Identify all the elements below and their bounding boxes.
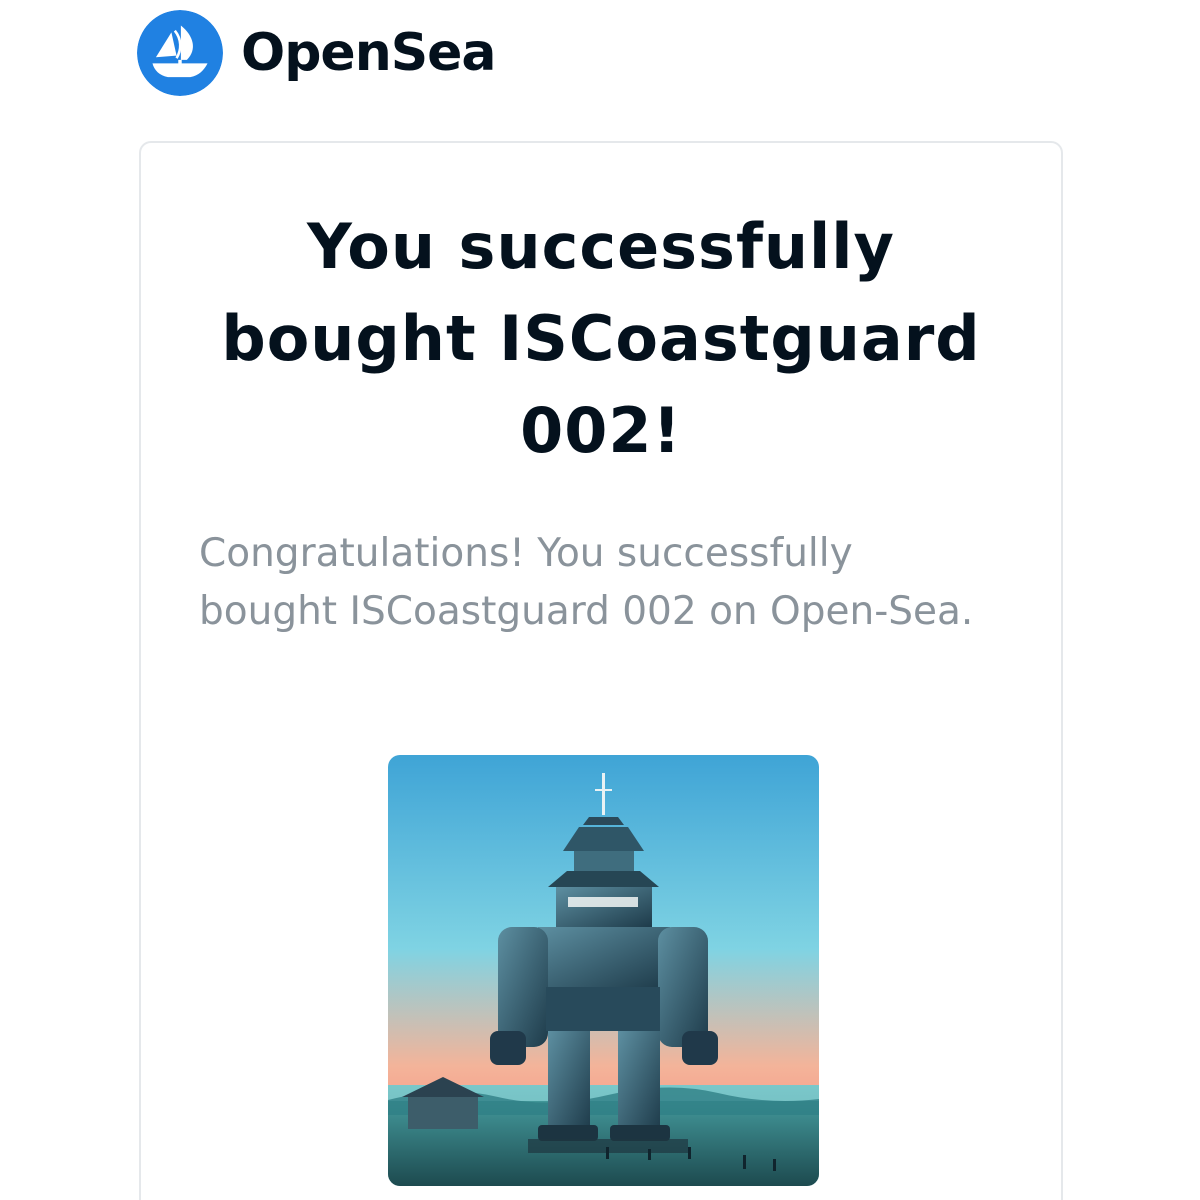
nft-image[interactable]: [388, 755, 819, 1186]
brand-name: OpenSea: [241, 23, 497, 83]
congratulations-message: Congratulations! You successfully bought…: [199, 531, 974, 634]
purchase-confirmation-card: You successfully bought ISCoastguard 002…: [139, 141, 1063, 1200]
email-page: OpenSea You successfully bought ISCoastg…: [0, 0, 1200, 1200]
brand-header[interactable]: OpenSea: [137, 10, 497, 96]
success-headline: You successfully bought ISCoastguard 002…: [221, 210, 981, 467]
opensea-logo-icon: [137, 10, 223, 96]
